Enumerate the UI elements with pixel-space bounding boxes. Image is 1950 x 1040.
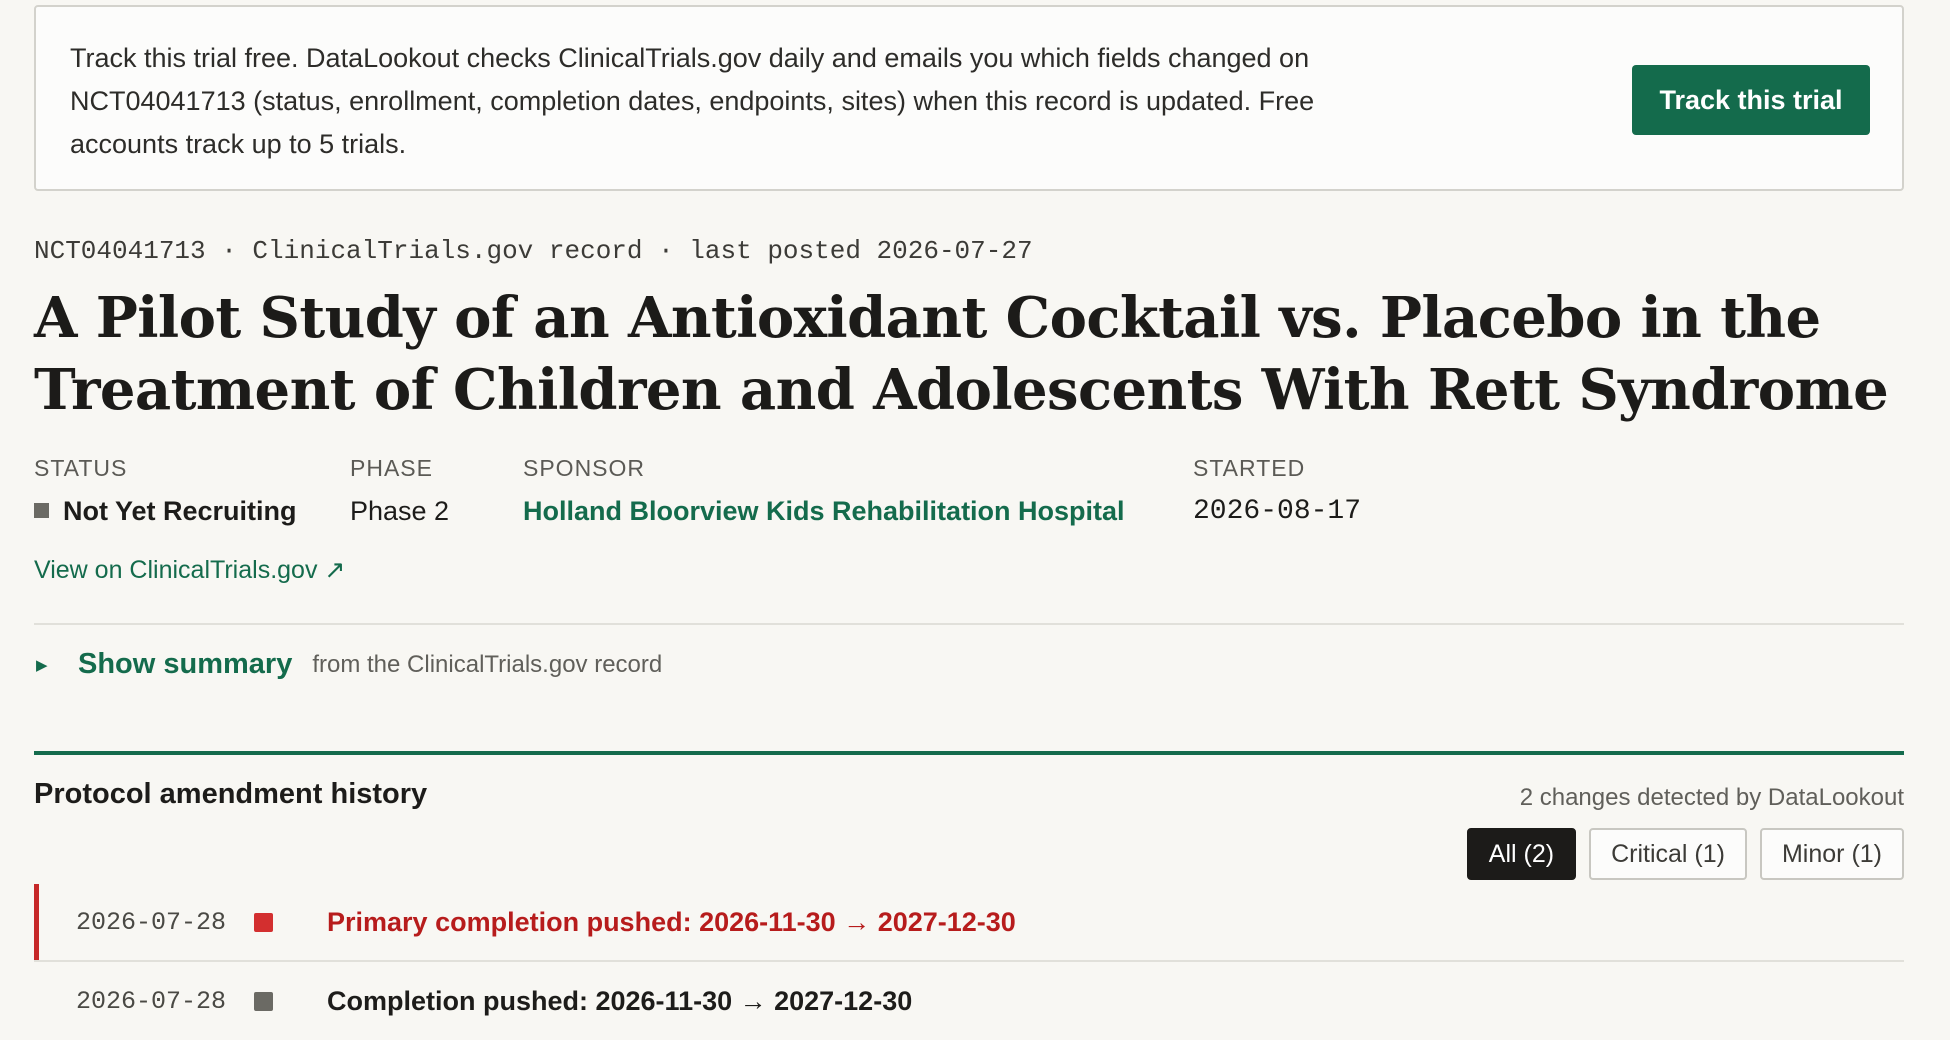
history-top-rule — [34, 751, 1904, 755]
trial-page: Track this trial free. DataLookout check… — [0, 0, 1950, 1040]
record-meta: NCT04041713 · ClinicalTrials.gov record … — [34, 236, 1033, 266]
started-label: STARTED — [1193, 455, 1306, 481]
caret-right-icon: ▶ — [36, 656, 48, 674]
sponsor-value-row: Holland Bloorview Kids Rehabilitation Ho… — [523, 496, 1125, 527]
entry-description: Completion pushed: 2026-11-30 → 2027-12-… — [327, 985, 913, 1016]
section-divider — [34, 623, 1904, 625]
phase-label: PHASE — [350, 455, 433, 481]
entry-date: 2026-07-28 — [76, 907, 227, 937]
critical-square-icon — [254, 912, 273, 932]
phase-fact: PHASE Phase 2 — [350, 455, 449, 527]
sponsor-fact: SPONSOR Holland Bloorview Kids Rehabilit… — [523, 455, 1125, 527]
view-on-clinicaltrials-link[interactable]: View on ClinicalTrials.gov ↗ — [34, 555, 345, 585]
status-value: Not Yet Recruiting — [63, 496, 297, 526]
history-entry-minor[interactable]: 2026-07-28 Completion pushed: 2026-11-30… — [34, 963, 1904, 1039]
status-square-icon — [34, 503, 49, 519]
status-value-row: Not Yet Recruiting — [34, 496, 297, 527]
entry-divider — [34, 960, 1904, 962]
filter-all-button[interactable]: All (2) — [1466, 828, 1577, 880]
phase-value: Phase 2 — [350, 496, 450, 526]
page-title: A Pilot Study of an Antioxidant Cocktail… — [34, 285, 1889, 423]
tracking-banner: Track this trial free. DataLookout check… — [34, 5, 1904, 191]
sponsor-label: SPONSOR — [523, 455, 646, 481]
changes-count: 2 changes detected by DataLookout — [1519, 784, 1904, 811]
minor-square-icon — [254, 991, 273, 1011]
sponsor-link[interactable]: Holland Bloorview Kids Rehabilitation Ho… — [523, 496, 1125, 526]
history-entry-critical[interactable]: 2026-07-28 Primary completion pushed: 20… — [34, 884, 1904, 960]
track-trial-button[interactable]: Track this trial — [1632, 65, 1870, 135]
banner-text: Track this trial free. DataLookout check… — [70, 43, 1315, 159]
filter-critical-button[interactable]: Critical (1) — [1589, 828, 1747, 880]
status-fact: STATUS Not Yet Recruiting — [34, 455, 297, 527]
entry-date: 2026-07-28 — [76, 986, 227, 1016]
started-fact: STARTED 2026-08-17 — [1193, 455, 1361, 527]
started-value: 2026-08-17 — [1193, 496, 1362, 527]
show-summary-toggle[interactable]: ▶ Show summary from the ClinicalTrials.g… — [36, 648, 662, 681]
status-label: STATUS — [34, 455, 128, 481]
entry-description: Primary completion pushed: 2026-11-30 → … — [327, 906, 1016, 937]
filter-minor-button[interactable]: Minor (1) — [1759, 828, 1904, 880]
summary-source-note: from the ClinicalTrials.gov record — [312, 650, 663, 678]
severity-filters: All (2) Critical (1) Minor (1) — [1466, 828, 1904, 880]
history-title: Protocol amendment history — [34, 778, 428, 810]
show-summary-label: Show summary — [78, 648, 293, 680]
